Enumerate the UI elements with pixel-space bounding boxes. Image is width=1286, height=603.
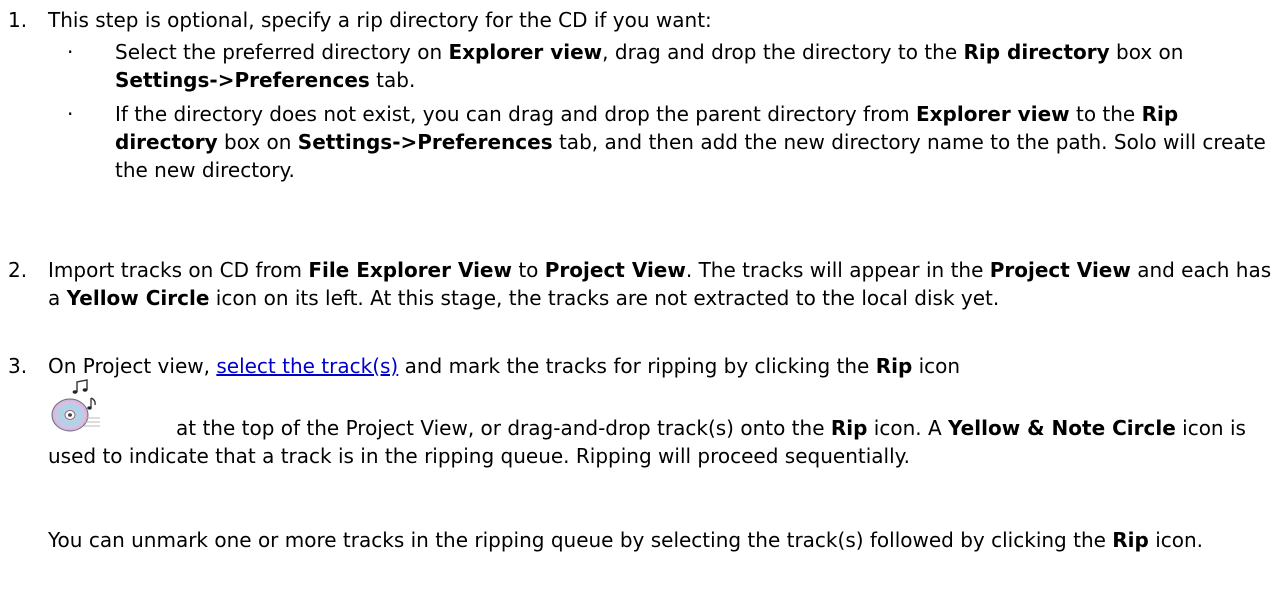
bullet-1-text: Select the preferred directory on Explor…: [115, 40, 1184, 92]
step-number: 2.: [8, 258, 28, 282]
step-number: 3.: [8, 354, 28, 378]
bullet-marker: ·: [67, 40, 74, 64]
step-2-text: Import tracks on CD from File Explorer V…: [48, 258, 1272, 310]
bullet-marker: ·: [67, 102, 74, 126]
step-3-after-icon: at the top of the Project View, or drag-…: [48, 416, 1246, 468]
step-1-intro: This step is optional, specify a rip dir…: [48, 8, 712, 32]
select-tracks-link[interactable]: select the track(s): [216, 354, 398, 378]
step-3-line-1: On Project view, select the track(s) and…: [48, 354, 961, 378]
bullet-2-text: If the directory does not exist, you can…: [115, 102, 1266, 182]
step-number: 1.: [8, 8, 28, 32]
step-3-paragraph-2: You can unmark one or more tracks in the…: [48, 528, 1204, 552]
